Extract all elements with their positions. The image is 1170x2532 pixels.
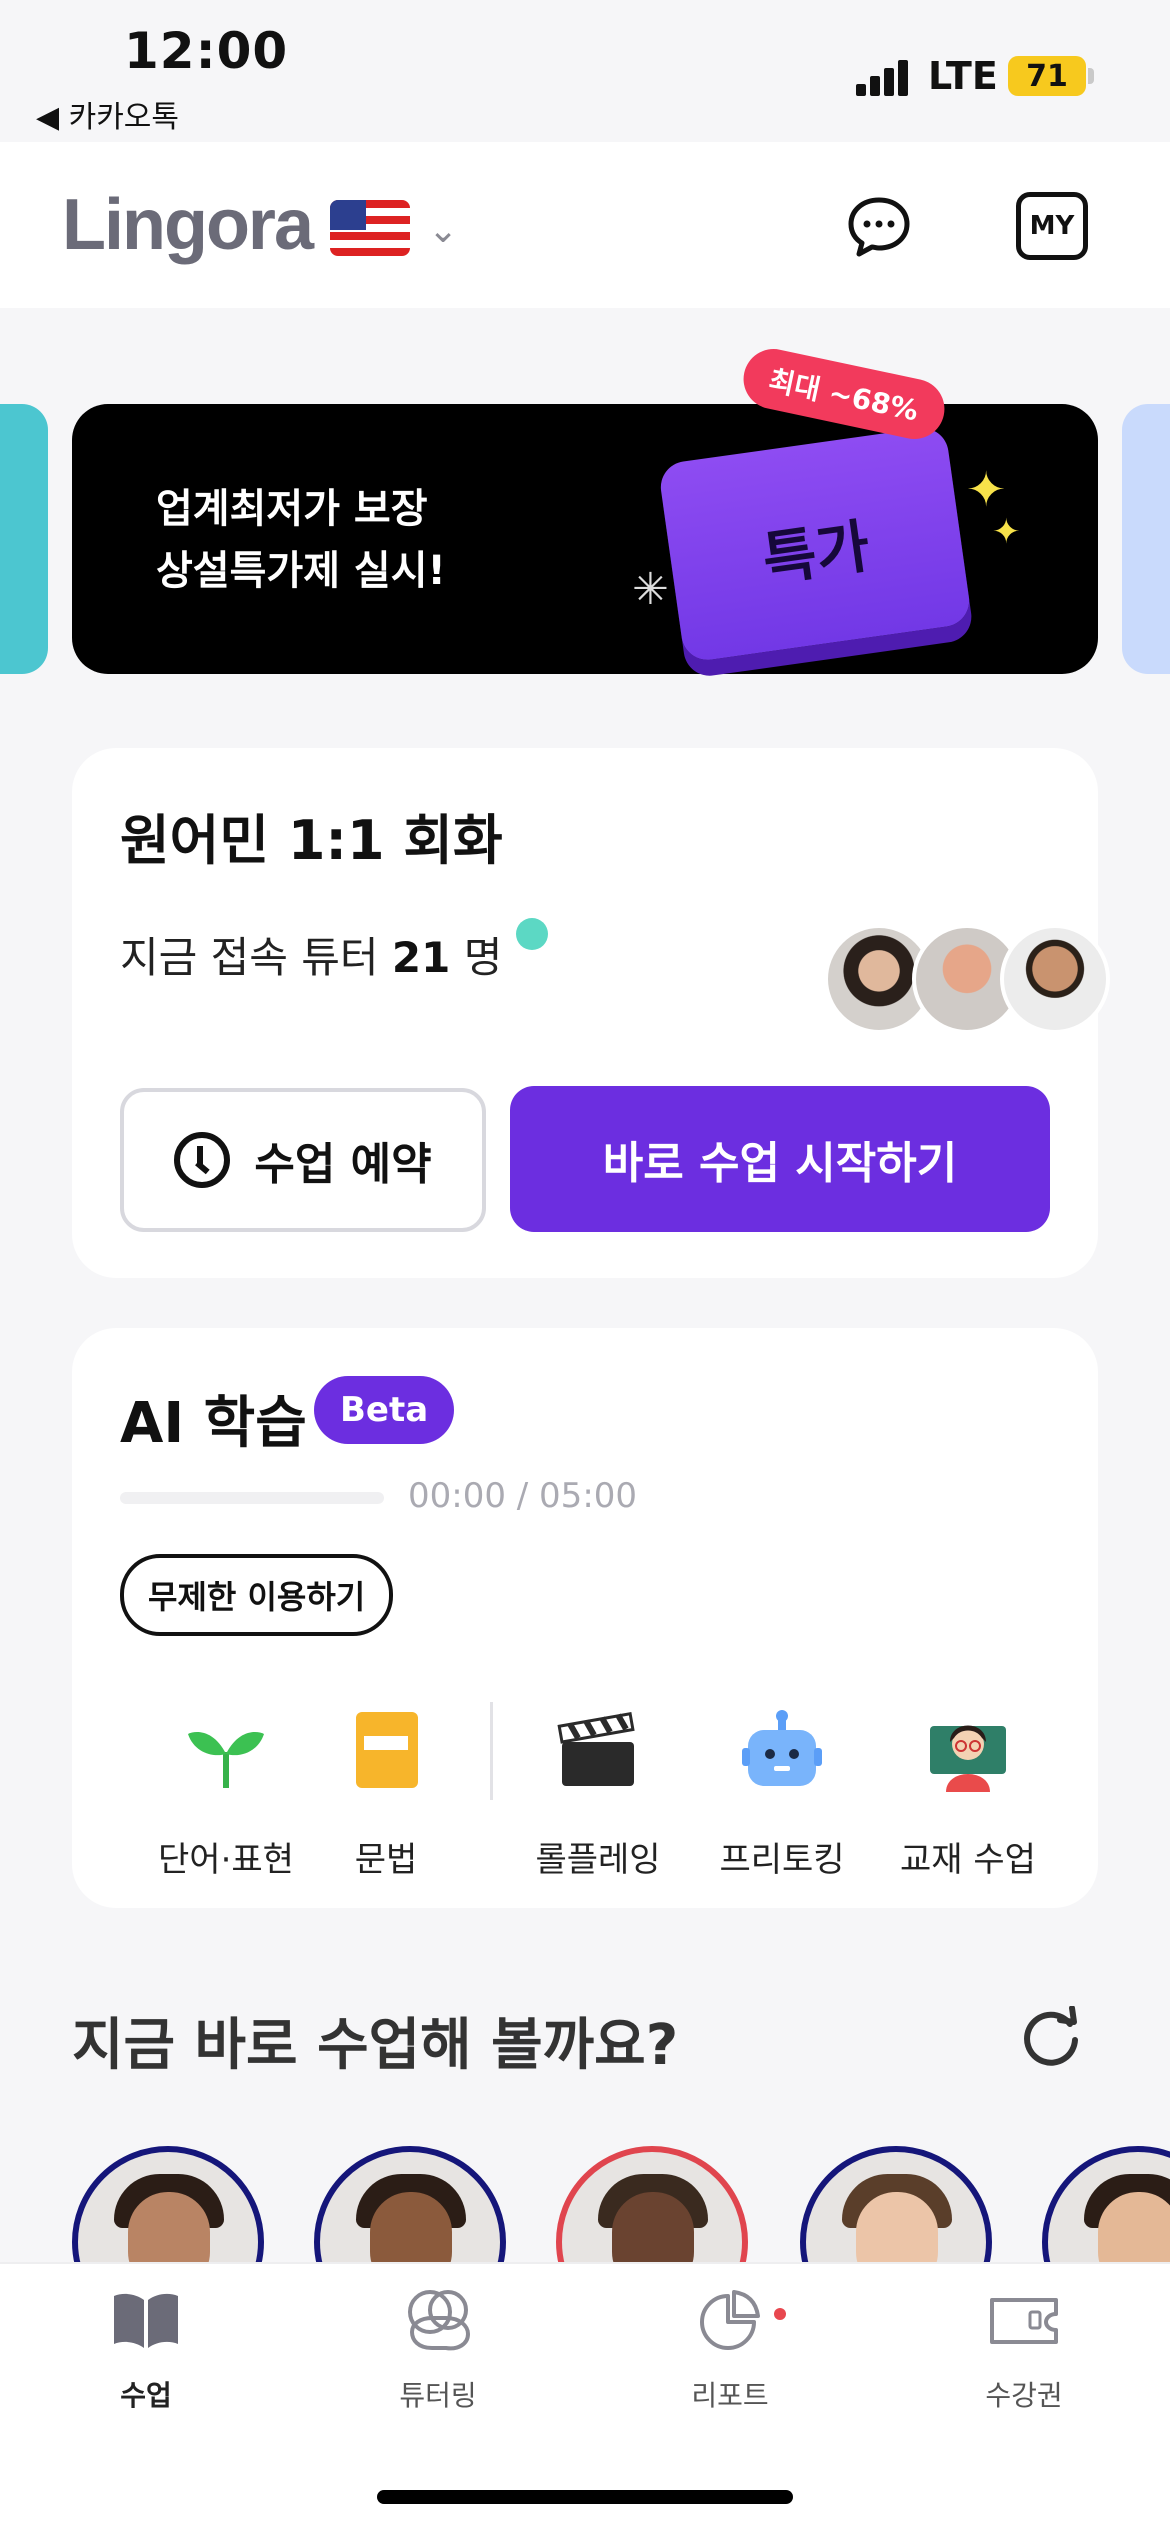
nav-label: 수강권 (985, 2379, 1063, 2412)
book-icon (356, 1712, 418, 1788)
banner-line-2: 상설특가제 실시! (156, 548, 446, 594)
ai-item-label: 롤플레잉 (535, 1840, 661, 1880)
discount-tag: 최대 ~68% (737, 343, 950, 445)
sparkle-icon: ✦ (992, 512, 1021, 552)
chat-icon[interactable] (846, 194, 912, 260)
nav-item-tickets[interactable]: 수강권 (924, 2288, 1124, 2414)
ai-learning-menu: 단어·표현 문법 롤플레잉 프리토킹 교재 수업 (72, 1702, 1098, 1882)
clapperboard-icon (557, 1712, 635, 1786)
book-open-icon (114, 2293, 178, 2348)
us-flag-icon[interactable] (330, 200, 410, 256)
tutor-profile[interactable] (72, 2146, 264, 2266)
start-lesson-button[interactable]: 바로 수업 시작하기 (510, 1086, 1050, 1232)
my-page-button[interactable]: MY (1016, 192, 1088, 260)
nav-label: 튜터링 (399, 2379, 477, 2412)
battery-icon: 71 (1008, 56, 1086, 96)
tutor-face (1098, 2192, 1170, 2266)
pie-chart-icon (700, 2290, 760, 2350)
nav-item-report[interactable]: 리포트 (630, 2288, 830, 2414)
status-bar: 12:00 ◀ 카카오톡 LTE 71 (0, 0, 1170, 142)
tutor-profile[interactable] (1042, 2146, 1170, 2266)
tutor-carousel (0, 2146, 1170, 2266)
online-prefix: 지금 접속 튜터 (120, 933, 379, 982)
battery-tip (1088, 68, 1094, 84)
banner-text: 업계최저가 보장 상설특가제 실시! (156, 478, 446, 602)
tutor-avatar-stack (752, 924, 1110, 1034)
ai-learning-title: AI 학습 (120, 1391, 307, 1456)
ai-learning-card: AI 학습 Beta 00:00 / 05:00 무제한 이용하기 단어·표현 … (72, 1328, 1098, 1908)
nav-item-tutoring[interactable]: 튜터링 (338, 2288, 538, 2414)
tutor-face (370, 2192, 452, 2266)
battery-level: 71 (1026, 58, 1068, 94)
tutor-face (856, 2192, 938, 2266)
ticket-icon (990, 2298, 1058, 2344)
online-status-dot (516, 918, 548, 950)
tutor-face (128, 2192, 210, 2266)
home-indicator (377, 2490, 793, 2504)
signal-icon (856, 60, 912, 96)
sale-card-graphic: 특가 (657, 424, 973, 664)
banner-line-1: 업계최저가 보장 (156, 486, 428, 532)
reserve-label: 수업 예약 (254, 1139, 432, 1190)
sparkle-icon: ✦ (966, 462, 1007, 518)
online-suffix: 명 (463, 933, 503, 982)
conversation-title: 원어민 1:1 회화 (120, 809, 503, 872)
reserve-lesson-button[interactable]: 수업 예약 (120, 1088, 486, 1232)
nav-label: 수업 (120, 2379, 172, 2412)
app-header: Lingora ⌄ MY (0, 142, 1170, 308)
ai-item-free-talking[interactable]: 프리토킹 (692, 1702, 872, 1881)
nav-label: 리포트 (691, 2379, 769, 2412)
ai-item-label: 프리토킹 (719, 1840, 845, 1880)
ai-item-label: 단어·표현 (158, 1840, 294, 1880)
avatar (1000, 924, 1110, 1034)
status-time: 12:00 (124, 22, 289, 80)
ai-usage-progress (120, 1492, 384, 1504)
app-logo: Lingora (62, 185, 314, 265)
tutors-section-title: 지금 바로 수업해 볼까요? (72, 2013, 679, 2078)
online-tutor-count: 지금 접속 튜터 21 명 (120, 924, 502, 985)
tutor-profile[interactable] (556, 2146, 748, 2266)
ai-item-label: 문법 (354, 1840, 418, 1880)
native-conversation-card: 원어민 1:1 회화 지금 접속 튜터 21 명 수업 예약 바로 수업 시작하… (72, 748, 1110, 1278)
tutor-face (612, 2192, 694, 2266)
online-count: 21 (391, 933, 451, 982)
sparkle-icon: ✳ (632, 564, 669, 615)
clock-icon (174, 1132, 231, 1188)
ai-item-textbook[interactable]: 교재 수업 (878, 1702, 1058, 1881)
tutor-profile[interactable] (314, 2146, 506, 2266)
ai-item-label: 교재 수업 (900, 1840, 1036, 1880)
chat-bubbles-icon (408, 2290, 471, 2351)
sprout-icon (188, 1732, 264, 1788)
ai-menu-divider (490, 1702, 493, 1800)
chevron-down-icon[interactable]: ⌄ (428, 210, 458, 251)
beta-badge: Beta (314, 1376, 455, 1444)
ai-item-grammar[interactable]: 문법 (296, 1702, 476, 1881)
teacher-icon (930, 1725, 1006, 1792)
banner-prev-peek[interactable] (0, 404, 48, 674)
ai-item-vocabulary[interactable]: 단어·표현 (136, 1702, 316, 1881)
tutor-profile[interactable] (800, 2146, 992, 2266)
notification-dot (774, 2308, 786, 2320)
unlimited-use-button[interactable]: 무제한 이용하기 (120, 1554, 394, 1636)
refresh-icon[interactable] (1020, 2006, 1082, 2068)
network-label: LTE (928, 54, 998, 98)
nav-item-lessons[interactable]: 수업 (46, 2288, 246, 2414)
ai-item-roleplay[interactable]: 롤플레잉 (508, 1702, 688, 1881)
promo-banner[interactable]: 업계최저가 보장 상설특가제 실시! ✳ 특가 최대 ~68% ✦ ✦ (72, 343, 1098, 674)
ai-usage-timer: 00:00 / 05:00 (408, 1476, 638, 1516)
banner-next-peek[interactable] (1122, 404, 1170, 674)
sale-card-label: 특가 (758, 511, 874, 595)
back-to-app-link[interactable]: ◀ 카카오톡 (36, 92, 179, 136)
robot-icon (742, 1710, 822, 1786)
